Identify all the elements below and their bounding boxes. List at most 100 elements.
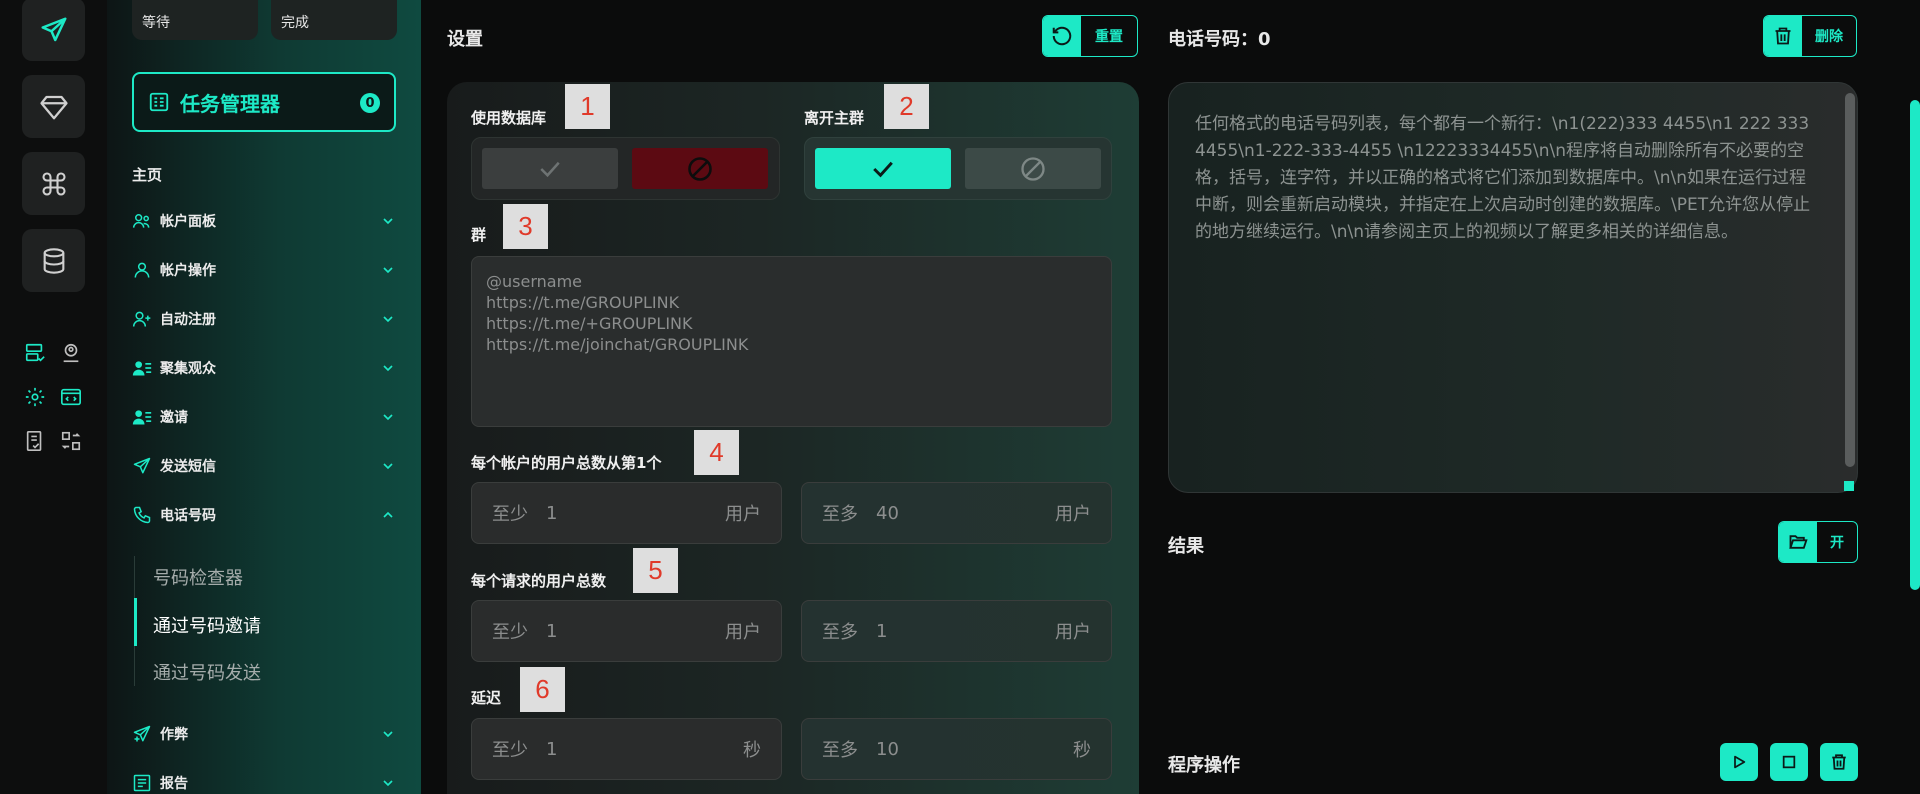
check-icon: [873, 161, 893, 177]
send-plus-icon: [133, 725, 151, 742]
textarea-scrollbar[interactable]: [1845, 93, 1855, 467]
sidebar-item-account-ops[interactable]: 帐户操作: [132, 256, 396, 284]
user-location-icon[interactable]: [58, 340, 84, 366]
swap-grid-icon[interactable]: [58, 428, 84, 454]
unit-label: 用户: [1055, 504, 1091, 525]
code-window-icon[interactable]: [58, 384, 84, 410]
icon-rail: [0, 0, 107, 794]
sidebar-item-cheat[interactable]: 作弊: [132, 720, 396, 748]
sidebar-item-report[interactable]: 报告: [132, 769, 396, 794]
sidebar-item-label: 电话号码: [160, 508, 216, 524]
group-label: 群: [471, 226, 487, 244]
unit-label: 秒: [743, 740, 761, 761]
min-prefix: 至少: [492, 504, 528, 525]
group-textarea[interactable]: @username https://t.me/GROUPLINK https:/…: [471, 256, 1112, 427]
delay-min-input[interactable]: 至少 1 秒: [471, 718, 782, 780]
users-icon: [132, 214, 150, 228]
delete-label: 删除: [1815, 29, 1843, 45]
input-value: 10: [876, 738, 899, 760]
home-heading: 主页: [132, 166, 163, 184]
phone-numbers-title: 电话号码：0: [1168, 29, 1271, 50]
resize-handle[interactable]: [1844, 481, 1854, 491]
total-users-max-input[interactable]: 至多 40 用户: [801, 482, 1112, 544]
use-database-yes-button[interactable]: [482, 148, 618, 189]
task-list-icon: [149, 92, 169, 112]
play-icon: [1734, 755, 1746, 769]
sidebar-item-gather-audience[interactable]: 聚集观众: [132, 354, 396, 382]
sidebar: 等待 完成 任务管理器 0 主页 帐户面板 帐户操作 自动注册 聚集观众 邀请 …: [107, 0, 421, 794]
forbidden-icon: [688, 156, 712, 181]
sidebar-item-label: 邀请: [160, 410, 188, 426]
chevron-down-icon: [383, 218, 393, 225]
per-request-min-input[interactable]: 至少 1 用户: [471, 600, 782, 662]
delay-max-input[interactable]: 至多 10 秒: [801, 718, 1112, 780]
unit-label: 用户: [725, 622, 761, 643]
sidebar-item-phone-numbers[interactable]: 电话号码: [132, 501, 396, 529]
total-users-label: 每个帐户的用户总数从第1个: [471, 454, 662, 472]
leave-group-label: 离开主群: [804, 109, 865, 127]
folder-open-icon: [1789, 535, 1808, 549]
sidebar-item-label: 报告: [160, 776, 188, 792]
stop-icon: [1782, 755, 1796, 769]
leave-group-yes-button[interactable]: [815, 148, 951, 189]
task-manager-button[interactable]: 任务管理器 0: [132, 72, 396, 132]
per-request-label: 每个请求的用户总数: [471, 572, 607, 590]
stat-card-done: 完成: [271, 0, 397, 40]
input-value: 1: [546, 620, 558, 642]
reset-button[interactable]: 重置: [1042, 15, 1138, 57]
sidebar-item-auto-register[interactable]: 自动注册: [132, 305, 396, 333]
play-button[interactable]: [1720, 743, 1758, 781]
active-submenu-indicator: [134, 598, 137, 646]
database-icon: [43, 247, 64, 274]
sidebar-item-send-sms[interactable]: 发送短信: [132, 452, 396, 480]
sidebar-item-label: 帐户面板: [160, 214, 216, 230]
use-database-toggle: [471, 137, 780, 200]
use-database-no-button[interactable]: [632, 148, 768, 189]
reset-label: 重置: [1095, 29, 1123, 45]
submenu-item-invite-by-number[interactable]: 通过号码邀请: [153, 612, 261, 638]
submenu-item-send-by-number[interactable]: 通过号码发送: [153, 659, 261, 685]
leave-group-no-button[interactable]: [965, 148, 1101, 189]
phone-numbers-textarea[interactable]: 任何格式的电话号码列表，每个都有一个新行：\n1(222)333 4455\n1…: [1168, 82, 1858, 493]
page-scrollbar[interactable]: [1910, 100, 1920, 590]
chevron-down-icon: [383, 780, 393, 787]
checklist-icon[interactable]: [22, 428, 48, 454]
sidebar-item-label: 自动注册: [160, 312, 216, 328]
chevron-down-icon: [383, 463, 393, 470]
database-rail-button[interactable]: [22, 229, 85, 292]
sidebar-item-label: 发送短信: [160, 459, 216, 475]
task-count-badge: 0: [360, 93, 380, 113]
open-label: 开: [1830, 535, 1844, 551]
unit-label: 用户: [725, 504, 761, 525]
diamond-icon: [39, 95, 68, 119]
submenu-item-number-checker[interactable]: 号码检查器: [153, 564, 243, 590]
send-icon: [41, 17, 66, 41]
stat-label: 完成: [281, 15, 309, 31]
forbidden-icon: [1021, 156, 1045, 181]
sidebar-item-invite[interactable]: 邀请: [132, 403, 396, 431]
input-value: 1: [876, 620, 888, 642]
use-database-label: 使用数据库: [471, 109, 547, 127]
gear-icon[interactable]: [22, 384, 48, 410]
command-rail-button[interactable]: [22, 152, 85, 215]
phone-icon: [133, 506, 151, 524]
stop-button[interactable]: [1770, 743, 1808, 781]
user-icon: [134, 262, 150, 278]
report-icon: [133, 774, 151, 792]
total-users-min-input[interactable]: 至少 1 用户: [471, 482, 782, 544]
delete-button[interactable]: 删除: [1763, 15, 1857, 57]
min-prefix: 至少: [492, 740, 528, 761]
send-rail-button[interactable]: [22, 0, 85, 61]
sidebar-item-account-panel[interactable]: 帐户面板: [132, 207, 396, 235]
chevron-up-icon: [383, 511, 393, 518]
clear-button[interactable]: [1820, 743, 1858, 781]
max-prefix: 至多: [822, 504, 858, 525]
per-request-max-input[interactable]: 至多 1 用户: [801, 600, 1112, 662]
chevron-down-icon: [383, 316, 393, 323]
open-button[interactable]: 开: [1778, 521, 1858, 563]
send-icon: [133, 457, 151, 474]
max-prefix: 至多: [822, 622, 858, 643]
diamond-rail-button[interactable]: [22, 75, 85, 138]
leave-group-toggle: [804, 137, 1112, 200]
server-check-icon[interactable]: [22, 340, 48, 366]
